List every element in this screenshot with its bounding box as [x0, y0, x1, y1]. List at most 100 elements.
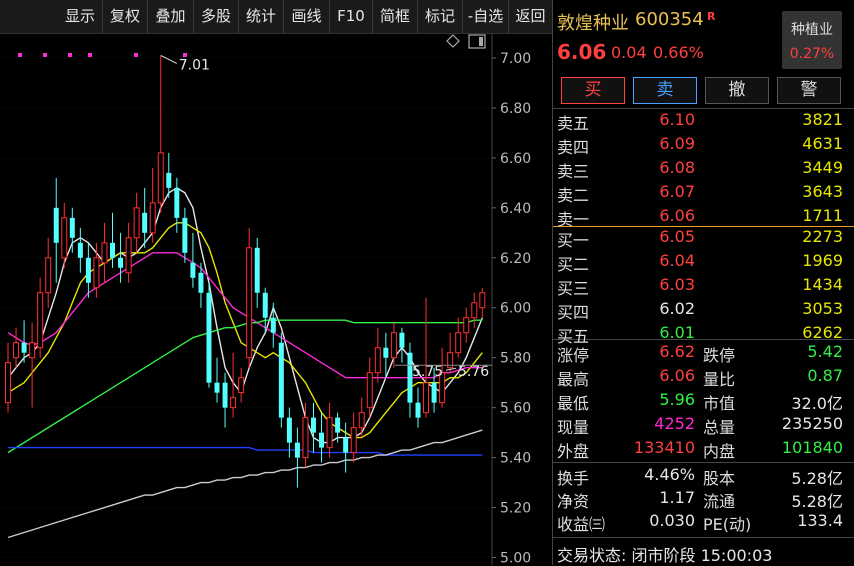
ask-row[interactable]: 卖一 6.06 1711: [553, 206, 854, 229]
candle-body: [366, 372, 373, 409]
toolbar-multi[interactable]: 多股: [194, 0, 239, 33]
net-asset-label: 净资: [557, 492, 590, 511]
bid-row[interactable]: 买四 6.02 3053: [553, 299, 854, 322]
ask-volume: 3643: [802, 182, 843, 201]
bid-volume: 2273: [802, 227, 843, 246]
toolbar-watchlist[interactable]: -自选: [463, 0, 509, 33]
diamond-icon[interactable]: [446, 34, 460, 48]
toolbar-stats[interactable]: 统计: [239, 0, 284, 33]
signal-marker: [18, 53, 22, 57]
bid-level-label: 买五: [557, 327, 590, 346]
candle-body: [286, 417, 292, 443]
bid-row[interactable]: 买三 6.03 1434: [553, 275, 854, 298]
price-change-pct: 0.66%: [653, 43, 704, 62]
divider: [553, 108, 854, 109]
candle-body: [182, 217, 188, 253]
bid-volume: 1434: [802, 275, 843, 294]
fund-row-1: 换手 4.46% 股本 5.28亿: [553, 465, 854, 488]
candle-body: [5, 362, 11, 404]
sell-button[interactable]: 卖: [633, 77, 697, 104]
candle-body: [471, 302, 478, 319]
candle-body: [118, 257, 124, 268]
low-annotation-right: 5.76: [458, 364, 489, 380]
candle-body: [149, 202, 156, 234]
bid-volume: 6262: [802, 323, 843, 342]
toolbar-adjust[interactable]: 复权: [103, 0, 148, 33]
candles: [5, 55, 486, 488]
candle-body: [190, 262, 196, 278]
turnover-value: 4.46%: [644, 465, 695, 484]
signal-marker: [68, 53, 72, 57]
stats-row-volume: 现量 4252 总量 235250: [553, 414, 854, 437]
cancel-order-button[interactable]: 撤: [705, 77, 769, 104]
candle-body: [61, 217, 68, 259]
float-shares-label: 流通: [703, 492, 736, 511]
bid-row[interactable]: 买五 6.01 6262: [553, 323, 854, 346]
price-tick-label: 5.40: [500, 451, 531, 467]
ask-level-label: 卖三: [557, 162, 590, 181]
candle-body: [270, 317, 276, 333]
ask-level-label: 卖五: [557, 114, 590, 133]
candle-body: [246, 247, 253, 359]
toolbar-overlay[interactable]: 叠加: [148, 0, 194, 33]
candle-body: [343, 437, 349, 453]
candle-body: [294, 442, 300, 458]
price-tick-label: 5.60: [500, 401, 531, 417]
candle-body: [101, 242, 108, 264]
alert-button[interactable]: 警: [777, 77, 841, 104]
bid-price: 6.04: [659, 251, 695, 270]
price-tick-label: 5.80: [500, 351, 531, 367]
candle-body: [133, 207, 140, 239]
candle-body: [302, 417, 309, 459]
candle-body: [69, 217, 75, 238]
outer-disk-value: 133410: [633, 438, 695, 457]
divider: [553, 462, 854, 463]
bid-price: 6.05: [659, 227, 695, 246]
stats-row-limit: 涨停 6.62 跌停 5.42: [553, 342, 854, 365]
price-tick-label: 7.00: [500, 51, 531, 67]
stock-code: 600354: [635, 9, 704, 30]
ask-volume: 3449: [802, 158, 843, 177]
panel-toggle-icon[interactable]: [468, 34, 486, 49]
candle-body: [53, 207, 59, 243]
toolbar-mark[interactable]: 标记: [418, 0, 463, 33]
share-capital-value: 5.28亿: [791, 469, 843, 488]
turnover-label: 换手: [557, 469, 590, 488]
stock-name[interactable]: 敦煌种业: [557, 9, 629, 35]
candle-body: [222, 382, 228, 408]
ask-row[interactable]: 卖三 6.08 3449: [553, 158, 854, 181]
bid-row[interactable]: 买一 6.05 2273: [553, 227, 854, 250]
volume-ratio-label: 量比: [703, 370, 736, 389]
toolbar-display[interactable]: 显示: [58, 0, 103, 33]
inner-disk-label: 内盘: [703, 442, 736, 461]
ask-row[interactable]: 卖四 6.09 4631: [553, 134, 854, 157]
bid-row[interactable]: 买二 6.04 1969: [553, 251, 854, 274]
candle-body: [214, 382, 220, 393]
ask-price: 6.09: [659, 134, 695, 153]
low-annotation-left: 5.75: [412, 364, 443, 380]
bid-price: 6.01: [659, 323, 695, 342]
ask-price: 6.10: [659, 110, 695, 129]
candle-body: [142, 212, 148, 233]
candle-body: [166, 172, 172, 188]
toolbar-draw[interactable]: 画线: [284, 0, 330, 33]
market-cap-value: 32.0亿: [791, 394, 843, 413]
bid-level-label: 买一: [557, 231, 590, 250]
market-cap-label: 市值: [703, 394, 736, 413]
price-tick-label: 6.20: [500, 251, 531, 267]
ask-row[interactable]: 卖五 6.10 3821: [553, 110, 854, 133]
toolbar-simple[interactable]: 简框: [373, 0, 418, 33]
ask-level-label: 卖四: [557, 138, 590, 157]
bid-volume: 3053: [802, 299, 843, 318]
candle-body: [423, 382, 430, 414]
float-shares-value: 5.28亿: [791, 492, 843, 511]
toolbar-back[interactable]: 返回: [509, 0, 553, 33]
price-tick-label: 6.60: [500, 151, 531, 167]
buy-button[interactable]: 买: [561, 77, 625, 104]
kline-chart[interactable]: 7.00 6.80 6.60 6.40 6.20 6.00 5.80 5.60 5.40 5.20…: [0, 33, 552, 565]
toolbar-f10[interactable]: F10: [330, 0, 373, 33]
kline-svg[interactable]: 7.00 6.80 6.60 6.40 6.20 6.00 5.80 5.60 5.40 5.20…: [0, 33, 552, 565]
sector-box[interactable]: 种植业 0.27%: [782, 11, 842, 69]
ask-row[interactable]: 卖二 6.07 3643: [553, 182, 854, 205]
candle-body: [238, 377, 245, 394]
